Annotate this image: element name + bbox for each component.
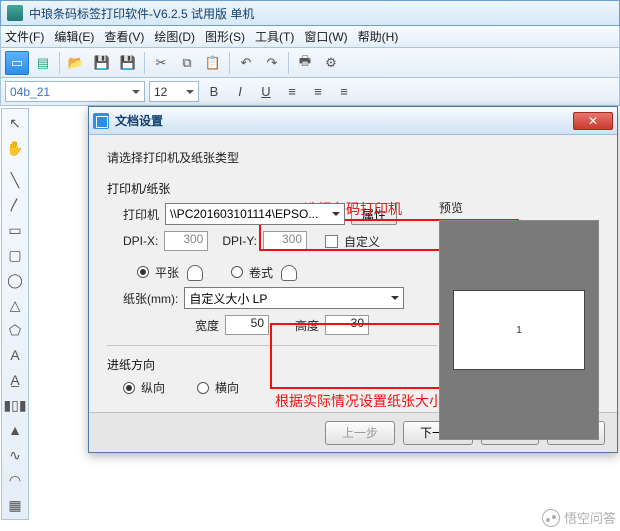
rect-tool[interactable]: ▭: [3, 218, 27, 242]
menu-bar: 文件(F) 编辑(E) 查看(V) 绘图(D) 图形(S) 工具(T) 窗口(W…: [0, 26, 620, 48]
preview-panel: 预览 1: [439, 199, 599, 440]
polyline-tool[interactable]: 〳: [3, 193, 27, 217]
label-custom: 自定义: [344, 233, 380, 250]
image-tool[interactable]: ▲: [3, 418, 27, 442]
italic-button[interactable]: I: [229, 81, 251, 103]
dialog-icon: [93, 113, 109, 129]
section-printer-title: 打印机/纸张: [107, 180, 437, 197]
curve-tool[interactable]: ∿: [3, 443, 27, 467]
ellipse-tool[interactable]: ◯: [3, 268, 27, 292]
printer-select[interactable]: \\PC201603101114\EPSO...: [165, 203, 345, 225]
save-button[interactable]: 💾: [90, 51, 114, 75]
radio-flat[interactable]: [137, 266, 149, 278]
label-width: 宽度: [195, 317, 219, 334]
radio-roll[interactable]: [231, 266, 243, 278]
dpi-x-input[interactable]: 300: [164, 231, 208, 251]
menu-window[interactable]: 窗口(W): [304, 28, 347, 45]
bold-button[interactable]: B: [203, 81, 225, 103]
label-printer: 打印机: [123, 206, 159, 223]
toolbar-main: ▭ ▤ 📂 💾 💾 ✂ ⧉ 📋 ↶ ↷ 🖶 ⚙: [0, 48, 620, 78]
menu-draw[interactable]: 绘图(D): [154, 28, 195, 45]
templates-button[interactable]: ▤: [31, 51, 55, 75]
menu-file[interactable]: 文件(F): [5, 28, 44, 45]
hand-tool[interactable]: ✋: [3, 136, 27, 160]
roundrect-tool[interactable]: ▢: [3, 243, 27, 267]
paste-button[interactable]: 📋: [201, 51, 225, 75]
flat-paper-icon: [185, 263, 205, 281]
tool-palette: ↖ ✋ ╲ 〳 ▭ ▢ ◯ △ ⬠ A A̲ ▮▯▮ ▲ ∿ ◠ ▦: [1, 108, 29, 520]
section-feed-title: 进纸方向: [107, 356, 437, 373]
watermark: 悟空问答: [542, 508, 616, 527]
preview-box: 1: [439, 220, 599, 440]
label-height: 高度: [295, 317, 319, 334]
text-tool[interactable]: A: [3, 343, 27, 367]
options-button[interactable]: ⚙: [319, 51, 343, 75]
separator: [229, 52, 230, 74]
line-tool[interactable]: ╲: [3, 168, 27, 192]
sep: [3, 161, 27, 167]
arc-tool[interactable]: ◠: [3, 468, 27, 492]
print-button[interactable]: 🖶: [293, 51, 317, 75]
new-doc-button[interactable]: ▭: [5, 51, 29, 75]
menu-view[interactable]: 查看(V): [104, 28, 144, 45]
divider: [107, 345, 437, 346]
preview-page-number: 1: [516, 325, 522, 336]
paper-preview: 1: [454, 291, 584, 369]
prev-button[interactable]: 上一步: [325, 421, 395, 445]
radio-portrait[interactable]: [123, 382, 135, 394]
save-as-button[interactable]: 💾: [116, 51, 140, 75]
copy-button[interactable]: ⧉: [175, 51, 199, 75]
underline-button[interactable]: U: [255, 81, 277, 103]
window-title: 中琅条码标签打印软件-V6.2.5 试用版 单机: [29, 5, 613, 22]
paper-size-select[interactable]: 自定义大小 LP: [184, 287, 404, 309]
menu-help[interactable]: 帮助(H): [358, 28, 399, 45]
cut-button[interactable]: ✂: [149, 51, 173, 75]
align-right-button[interactable]: ≡: [333, 81, 355, 103]
radio-landscape[interactable]: [197, 382, 209, 394]
height-input[interactable]: 30: [325, 315, 369, 335]
menu-tool[interactable]: 工具(T): [255, 28, 294, 45]
align-center-button[interactable]: ≡: [307, 81, 329, 103]
main-titlebar: 中琅条码标签打印软件-V6.2.5 试用版 单机: [0, 0, 620, 26]
richtext-tool[interactable]: A̲: [3, 368, 27, 392]
label-landscape: 横向: [215, 379, 239, 396]
align-left-button[interactable]: ≡: [281, 81, 303, 103]
menu-shape[interactable]: 图形(S): [205, 28, 245, 45]
dpi-y-input[interactable]: 300: [263, 231, 307, 251]
separator: [288, 52, 289, 74]
separator: [59, 52, 60, 74]
triangle-tool[interactable]: △: [3, 293, 27, 317]
dialog-prompt: 请选择打印机及纸张类型: [107, 149, 599, 166]
font-size-select[interactable]: 12: [149, 81, 199, 102]
preview-label: 预览: [439, 199, 599, 216]
dialog-title: 文档设置: [115, 112, 573, 129]
watermark-text: 悟空问答: [564, 508, 616, 527]
document-settings-dialog: 文档设置 ✕ 请选择打印机及纸张类型 选择条码打印机 根据实际情况设置纸张大小 …: [88, 106, 618, 453]
menu-edit[interactable]: 编辑(E): [54, 28, 94, 45]
undo-button[interactable]: ↶: [234, 51, 258, 75]
font-select[interactable]: 04b_21: [5, 81, 145, 102]
label-portrait: 纵向: [141, 379, 165, 396]
label-dpi-x: DPI-X:: [123, 234, 158, 248]
separator: [144, 52, 145, 74]
label-roll: 卷式: [249, 264, 273, 281]
barcode-tool[interactable]: ▮▯▮: [3, 393, 27, 417]
grid-tool[interactable]: ▦: [3, 493, 27, 517]
polygon-tool[interactable]: ⬠: [3, 318, 27, 342]
pointer-tool[interactable]: ↖: [3, 111, 27, 135]
label-paper-mm: 纸张(mm):: [123, 290, 178, 307]
watermark-logo-icon: [542, 509, 560, 527]
annotation-2-text: 根据实际情况设置纸张大小: [275, 391, 443, 411]
dialog-titlebar: 文档设置 ✕: [89, 107, 617, 135]
redo-button[interactable]: ↷: [260, 51, 284, 75]
toolbar-format: 04b_21 12 B I U ≡ ≡ ≡: [0, 78, 620, 106]
app-icon: [7, 5, 23, 21]
roll-paper-icon: [279, 263, 299, 281]
label-flat: 平张: [155, 264, 179, 281]
custom-dpi-checkbox[interactable]: [325, 235, 338, 248]
label-dpi-y: DPI-Y:: [222, 234, 257, 248]
width-input[interactable]: 50: [225, 315, 269, 335]
dialog-close-button[interactable]: ✕: [573, 112, 613, 130]
open-button[interactable]: 📂: [64, 51, 88, 75]
